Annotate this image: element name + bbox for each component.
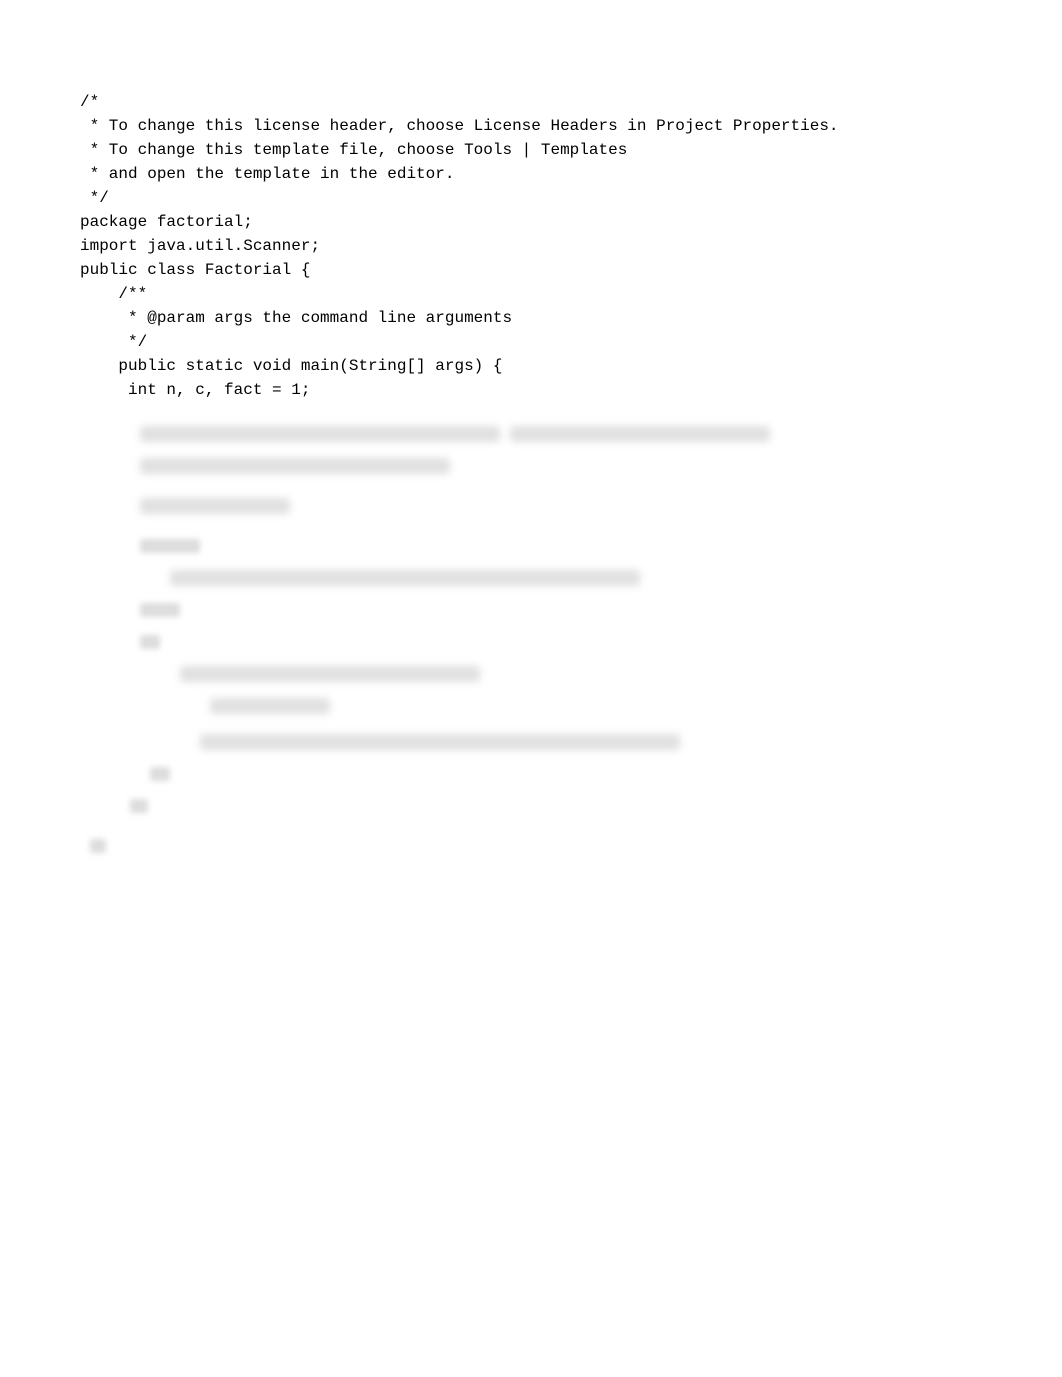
blurred-line (80, 534, 982, 558)
blurred-line (80, 794, 982, 818)
code-line: public class Factorial { (80, 258, 982, 282)
blurred-line (80, 454, 982, 478)
blurred-line (80, 422, 982, 446)
code-line: import java.util.Scanner; (80, 234, 982, 258)
blurred-line (80, 730, 982, 754)
code-line: int n, c, fact = 1; (80, 378, 982, 402)
code-document: /* * To change this license header, choo… (80, 90, 982, 858)
blurred-line (80, 762, 982, 786)
blurred-line (80, 598, 982, 622)
blurred-line (80, 494, 982, 518)
blurred-line (80, 834, 982, 858)
code-line: /** (80, 282, 982, 306)
visible-code: /* * To change this license header, choo… (80, 90, 982, 402)
blurred-line (80, 662, 982, 686)
code-line: */ (80, 186, 982, 210)
code-line: * To change this template file, choose T… (80, 138, 982, 162)
blurred-line (80, 694, 982, 718)
code-line: * To change this license header, choose … (80, 114, 982, 138)
blurred-line (80, 630, 982, 654)
code-line: package factorial; (80, 210, 982, 234)
blurred-code-section (80, 422, 982, 858)
code-line: */ (80, 330, 982, 354)
blurred-line (80, 566, 982, 590)
code-line: * @param args the command line arguments (80, 306, 982, 330)
code-line: /* (80, 90, 982, 114)
code-line: * and open the template in the editor. (80, 162, 982, 186)
code-line: public static void main(String[] args) { (80, 354, 982, 378)
